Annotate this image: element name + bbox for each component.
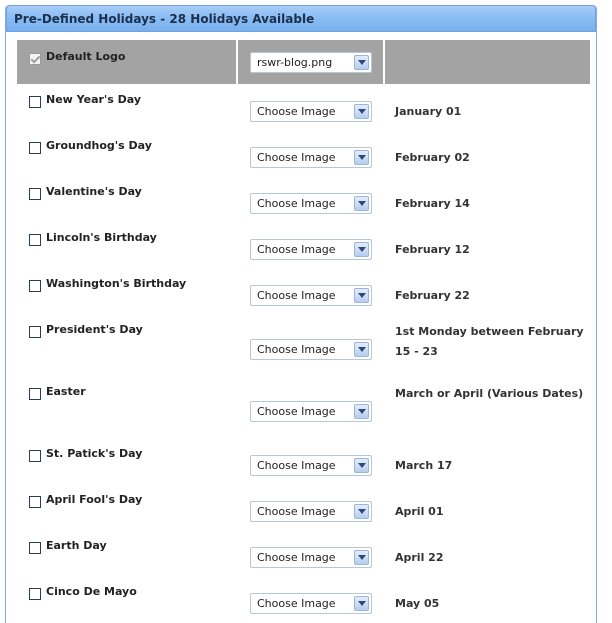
holiday-checkbox[interactable] [29,96,41,108]
holiday-image-value: Choose Image [257,243,336,256]
holiday-checkbox[interactable] [29,588,41,600]
holiday-name: Washington's Birthday [46,277,187,290]
chevron-down-icon[interactable] [354,458,369,473]
table-row: Washington's Birthday Choose Image Febru… [17,268,590,314]
holiday-checkbox[interactable] [29,280,41,292]
holiday-image-value: Choose Image [257,289,336,302]
table-row: Cinco De Mayo Choose Image May 05 [17,576,590,622]
holiday-name: Valentine's Day [46,185,142,198]
holiday-image-select[interactable]: Choose Image [250,239,372,260]
chevron-down-icon[interactable] [354,288,369,303]
default-logo-checkbox[interactable] [29,53,41,65]
chevron-down-icon[interactable] [354,150,369,165]
holiday-checkbox[interactable] [29,234,41,246]
holiday-image-select[interactable]: Choose Image [250,339,372,360]
holiday-image-select[interactable]: Choose Image [250,547,372,568]
holiday-name: President's Day [46,323,143,336]
holiday-date: February 22 [395,289,470,302]
holiday-checkbox[interactable] [29,496,41,508]
table-row: Easter Choose Image March or April (Vari… [17,376,590,438]
chevron-down-icon[interactable] [354,404,369,419]
holiday-image-value: Choose Image [257,105,336,118]
holiday-date: 1st Monday between February 15 - 23 [395,325,584,358]
holiday-date: May 05 [395,597,440,610]
default-logo-row: Default Logo rswr-blog.png [17,40,590,84]
holiday-name: Lincoln's Birthday [46,231,157,244]
holiday-date: January 01 [395,105,462,118]
holiday-image-value: Choose Image [257,597,336,610]
chevron-down-icon[interactable] [354,55,369,70]
table-row: St. Patick's Day Choose Image March 17 [17,438,590,484]
holiday-image-value: Choose Image [257,343,336,356]
table-row: April Fool's Day Choose Image April 01 [17,484,590,530]
table-row: Lincoln's Birthday Choose Image February… [17,222,590,268]
holiday-checkbox[interactable] [29,450,41,462]
chevron-down-icon[interactable] [354,242,369,257]
holiday-checkbox[interactable] [29,388,41,400]
holiday-date: February 02 [395,151,470,164]
holidays-panel: Pre-Defined Holidays - 28 Holidays Avail… [5,5,597,623]
holiday-image-select[interactable]: Choose Image [250,193,372,214]
panel-title: Pre-Defined Holidays - 28 Holidays Avail… [6,5,596,32]
holiday-image-select[interactable]: Choose Image [250,101,372,122]
holiday-image-select[interactable]: Choose Image [250,593,372,614]
holiday-image-value: Choose Image [257,197,336,210]
table-row: Valentine's Day Choose Image February 14 [17,176,590,222]
default-logo-select[interactable]: rswr-blog.png [250,52,372,73]
holiday-date: February 14 [395,197,470,210]
chevron-down-icon[interactable] [354,550,369,565]
default-logo-label: Default Logo [46,50,126,63]
holiday-date: February 12 [395,243,470,256]
holiday-name: Cinco De Mayo [46,585,137,598]
table-row: President's Day Choose Image 1st Monday … [17,314,590,376]
chevron-down-icon[interactable] [354,104,369,119]
holiday-name: April Fool's Day [46,493,143,506]
holiday-checkbox[interactable] [29,326,41,338]
holidays-table: Default Logo rswr-blog.png New Year's Da… [17,40,590,622]
holiday-checkbox[interactable] [29,188,41,200]
holiday-date: April 22 [395,551,444,564]
holiday-image-select[interactable]: Choose Image [250,147,372,168]
chevron-down-icon[interactable] [354,596,369,611]
holiday-image-value: Choose Image [257,505,336,518]
holiday-image-select[interactable]: Choose Image [250,401,372,422]
holiday-image-select[interactable]: Choose Image [250,285,372,306]
holiday-name: New Year's Day [46,93,142,106]
chevron-down-icon[interactable] [354,504,369,519]
table-row: Earth Day Choose Image April 22 [17,530,590,576]
holiday-image-value: Choose Image [257,551,336,564]
holiday-date: April 01 [395,505,444,518]
holiday-checkbox[interactable] [29,142,41,154]
holiday-date: March or April (Various Dates) [395,387,584,400]
holiday-image-value: Choose Image [257,405,336,418]
holiday-date: March 17 [395,459,453,472]
holiday-image-value: Choose Image [257,151,336,164]
holiday-image-value: Choose Image [257,459,336,472]
table-row: New Year's Day Choose Image January 01 [17,84,590,130]
chevron-down-icon[interactable] [354,342,369,357]
holiday-name: St. Patick's Day [46,447,143,460]
default-logo-select-value: rswr-blog.png [257,56,333,69]
table-row: Groundhog's Day Choose Image February 02 [17,130,590,176]
holiday-image-select[interactable]: Choose Image [250,455,372,476]
holiday-name: Earth Day [46,539,107,552]
holiday-name: Groundhog's Day [46,139,152,152]
holiday-image-select[interactable]: Choose Image [250,501,372,522]
chevron-down-icon[interactable] [354,196,369,211]
holiday-checkbox[interactable] [29,542,41,554]
holiday-name: Easter [46,385,86,398]
